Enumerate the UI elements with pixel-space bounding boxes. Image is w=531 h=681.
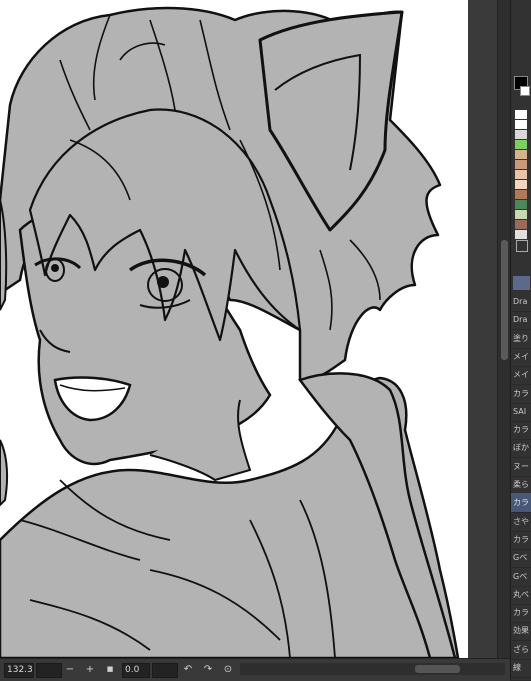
palette-swatch[interactable]: [515, 150, 527, 159]
sub-tool-item[interactable]: ぼか: [511, 438, 531, 459]
sub-tool-item[interactable]: 線: [511, 658, 531, 678]
palette-swatch[interactable]: [515, 160, 527, 169]
palette-swatch[interactable]: [515, 190, 527, 199]
palette-swatch[interactable]: [515, 220, 527, 229]
lineart-illustration: [0, 6, 460, 658]
palette-swatch[interactable]: [515, 170, 527, 179]
palette-swatch[interactable]: [515, 140, 527, 149]
zoom-field[interactable]: 132.3: [4, 663, 34, 678]
right-panel: Dra Dra 塗り メイ メイ カラ SAI カラ ぼか ヌー 柔ら カラ さや カラ Gペ Gペ 丸ペ カラ効…: [510, 0, 531, 680]
rotate-left-icon[interactable]: ↶: [182, 663, 194, 676]
sub-tool-item[interactable]: カラ: [511, 420, 531, 441]
sub-tool-item[interactable]: カラ: [511, 493, 531, 514]
palette-swatch[interactable]: [515, 130, 527, 139]
hscroll-thumb[interactable]: [415, 665, 460, 673]
reset-rotation-icon[interactable]: ⊙: [222, 663, 234, 676]
sub-tool-item[interactable]: ヌー: [511, 457, 531, 477]
sub-tool-item[interactable]: カラ: [511, 384, 531, 404]
sub-tool-item[interactable]: メイ: [511, 347, 531, 367]
sub-tool-item[interactable]: カラ: [511, 530, 531, 550]
palette-swatch[interactable]: [515, 110, 527, 119]
drawing-canvas[interactable]: [0, 0, 468, 658]
sub-tool-item[interactable]: 丸ペ: [511, 585, 531, 605]
sub-tool-item[interactable]: メイ: [511, 365, 531, 386]
rotate-right-icon[interactable]: ↷: [202, 663, 214, 676]
palette-swatch[interactable]: [515, 210, 527, 219]
rotation-field[interactable]: 0.0: [122, 663, 150, 678]
sub-tool-item[interactable]: カラ: [511, 603, 531, 624]
sub-tool-item[interactable]: Gペ: [511, 567, 531, 587]
sub-tool-item[interactable]: Gペ: [511, 548, 531, 569]
fit-window-button[interactable]: ■: [104, 663, 116, 676]
sub-tool-item[interactable]: SAI: [511, 402, 531, 422]
status-bar: 132.3 − + ■ 0.0 ↶ ↷ ⊙: [0, 658, 510, 681]
horizontal-scrollbar[interactable]: [240, 663, 505, 675]
sub-tool-item[interactable]: ざら: [511, 640, 531, 660]
sub-tool-item[interactable]: さや: [511, 512, 531, 532]
arm-shape: [0, 439, 9, 507]
scrollbar-thumb[interactable]: [501, 240, 508, 360]
zoom-out-button[interactable]: −: [64, 663, 76, 676]
palette-swatch[interactable]: [515, 180, 527, 189]
zoom-in-button[interactable]: +: [84, 663, 96, 676]
rotation-slider[interactable]: [152, 663, 178, 678]
brush-preview-icon: [513, 276, 530, 290]
sub-color-swatch[interactable]: [520, 86, 530, 96]
zoom-slider[interactable]: [36, 663, 62, 678]
sub-tool-item[interactable]: Dra: [511, 292, 531, 312]
sub-tool-item[interactable]: 塗り: [511, 329, 531, 349]
palette-swatch[interactable]: [515, 230, 527, 239]
layer-icon[interactable]: [516, 240, 528, 252]
palette-swatch[interactable]: [515, 200, 527, 209]
sub-tool-item[interactable]: 柔ら: [511, 475, 531, 495]
sub-tool-item[interactable]: Dra: [511, 310, 531, 331]
sub-tool-item[interactable]: 効果: [511, 621, 531, 642]
palette-swatch[interactable]: [515, 120, 527, 129]
vertical-scrollbar[interactable]: [497, 0, 511, 658]
